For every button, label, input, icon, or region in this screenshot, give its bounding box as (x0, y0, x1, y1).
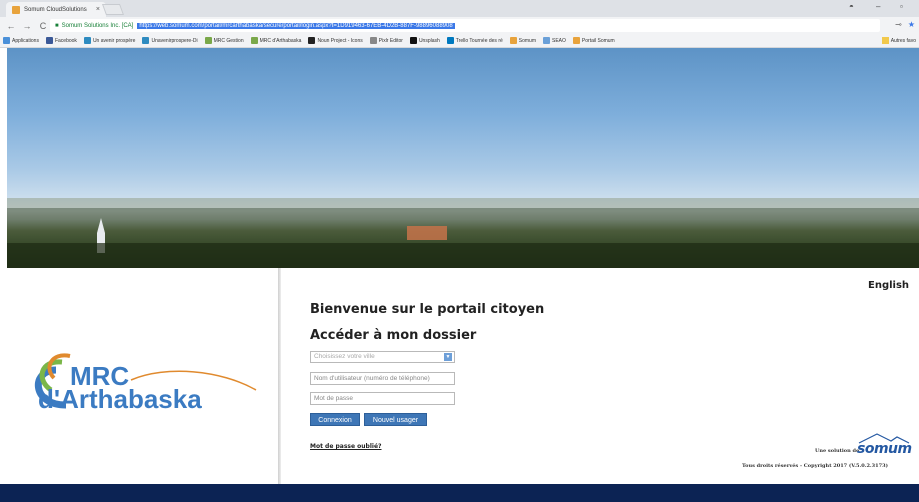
footer-bar (0, 484, 919, 502)
bookmark-item[interactable]: MRC d'Arthabaska (250, 37, 302, 44)
bookmark-favicon-icon (250, 37, 258, 44)
tab-strip: Somum CloudSolutions × ◓ – ▫ (0, 0, 919, 17)
bookmark-item[interactable]: Pixlr Editor (369, 37, 403, 44)
bookmark-item[interactable]: Portail Somum (572, 37, 615, 44)
bookmark-favicon-icon (369, 37, 377, 44)
secure-label: Somum Solutions Inc. [CA] (61, 22, 134, 29)
bookmark-item[interactable]: Un avenir prospère (83, 37, 136, 44)
bookmark-item[interactable]: Unsplash (409, 37, 440, 44)
section-title: Accéder à mon dossier (310, 328, 477, 343)
copyright-text: Tous droits réservés - Copyright 2017 (V… (742, 463, 888, 469)
lock-icon: ■ (55, 22, 59, 29)
key-icon[interactable]: ⊸ (895, 20, 902, 29)
bookmark-favicon-icon (509, 37, 517, 44)
bookmark-label: Un avenir prospère (92, 37, 136, 44)
bookmark-favicon-icon (204, 37, 212, 44)
maximize-icon[interactable]: ▫ (900, 2, 903, 11)
new-tab-button[interactable] (101, 4, 125, 15)
somum-brand: Une solution de somum (815, 432, 915, 462)
bookmark-label: Noun Project - Icons (317, 37, 363, 44)
browser-tab[interactable]: Somum CloudSolutions × (6, 2, 106, 17)
bookmark-label: MRC d'Arthabaska (259, 37, 302, 44)
city-select-placeholder: Choisissez votre ville (314, 353, 375, 360)
minimize-icon[interactable]: – (876, 2, 880, 11)
bookmark-item[interactable]: Somum (509, 37, 537, 44)
bookmark-item[interactable]: Applications (3, 37, 39, 44)
bookmark-label: Applications (12, 37, 39, 44)
forward-icon[interactable]: → (22, 21, 32, 31)
bookmark-favicon-icon (446, 37, 454, 44)
bookmark-label: Portail Somum (581, 37, 615, 44)
city-select[interactable]: Choisissez votre ville ▼ (310, 351, 455, 363)
bookmark-item[interactable]: Unavenirprospere-Di (142, 37, 198, 44)
bookmark-label: Trello Tournée des ré (455, 37, 503, 44)
username-field[interactable]: Nom d'utilisateur (numéro de téléphone) (310, 372, 455, 385)
new-user-button[interactable]: Nouvel usager (364, 413, 427, 426)
back-icon[interactable]: ← (6, 21, 16, 31)
hero-panorama-image (7, 48, 919, 268)
bookmarks-bar: Applications Facebook Un avenir prospère Un… (0, 34, 919, 48)
brand-prefix: Une solution de (815, 448, 860, 454)
bookmark-label: Unsplash (418, 37, 440, 44)
bookmark-favicon-icon (142, 37, 150, 44)
bookmark-item[interactable]: SEAO (543, 37, 566, 44)
star-icon[interactable]: ★ (908, 20, 915, 29)
password-field[interactable]: Mot de passe (310, 392, 455, 405)
bookmark-favicon-icon (308, 37, 316, 44)
bookmark-favicon-icon (543, 37, 551, 44)
folder-icon (881, 37, 889, 44)
browser-toolbar: ← → C ■ Somum Solutions Inc. [CA] https:… (0, 17, 919, 34)
bookmark-label: Pixlr Editor (378, 37, 403, 44)
forgot-password-link[interactable]: Mot de passe oublié? (310, 443, 382, 450)
login-button[interactable]: Connexion (310, 413, 360, 426)
other-bookmarks[interactable]: Autres favo (881, 37, 916, 44)
column-divider (278, 268, 281, 484)
bookmark-favicon-icon (3, 37, 10, 44)
reload-icon[interactable]: C (38, 21, 48, 31)
url-text[interactable]: https://web.somum.com/portail/mrcarthaba… (137, 22, 455, 29)
bookmark-label: SEAO (552, 37, 566, 44)
chevron-down-icon[interactable]: ▼ (444, 353, 452, 361)
bookmark-label: Unavenirprospere-Di (151, 37, 198, 44)
bookmark-item[interactable]: MRC Gestion (204, 37, 244, 44)
bookmark-item[interactable]: Facebook (45, 37, 77, 44)
bookmark-favicon-icon (572, 37, 580, 44)
profile-icon[interactable]: ◓ (849, 2, 854, 11)
somum-favicon-icon (12, 5, 20, 14)
logo-text-arthabaska: d'Arthabaska (38, 384, 202, 414)
bookmark-label: Somum (518, 37, 537, 44)
bookmark-label: MRC Gestion (213, 37, 244, 44)
close-tab-icon[interactable]: × (96, 6, 100, 13)
bookmark-favicon-icon (83, 37, 91, 44)
bookmark-item[interactable]: Noun Project - Icons (308, 37, 363, 44)
mrc-arthabaska-logo: MRC d'Arthabaska (26, 340, 266, 415)
other-bookmarks-label: Autres favo (890, 37, 916, 44)
bookmark-favicon-icon (45, 37, 53, 44)
bookmark-favicon-icon (409, 37, 417, 44)
language-link[interactable]: English (868, 280, 909, 291)
address-bar[interactable]: ■ Somum Solutions Inc. [CA] https://web.… (50, 19, 880, 32)
page-title: Bienvenue sur le portail citoyen (310, 302, 545, 317)
bookmark-item[interactable]: Trello Tournée des ré (446, 37, 503, 44)
brand-name: somum (857, 441, 912, 457)
tab-title: Somum CloudSolutions (24, 6, 87, 13)
bookmark-label: Facebook (54, 37, 77, 44)
